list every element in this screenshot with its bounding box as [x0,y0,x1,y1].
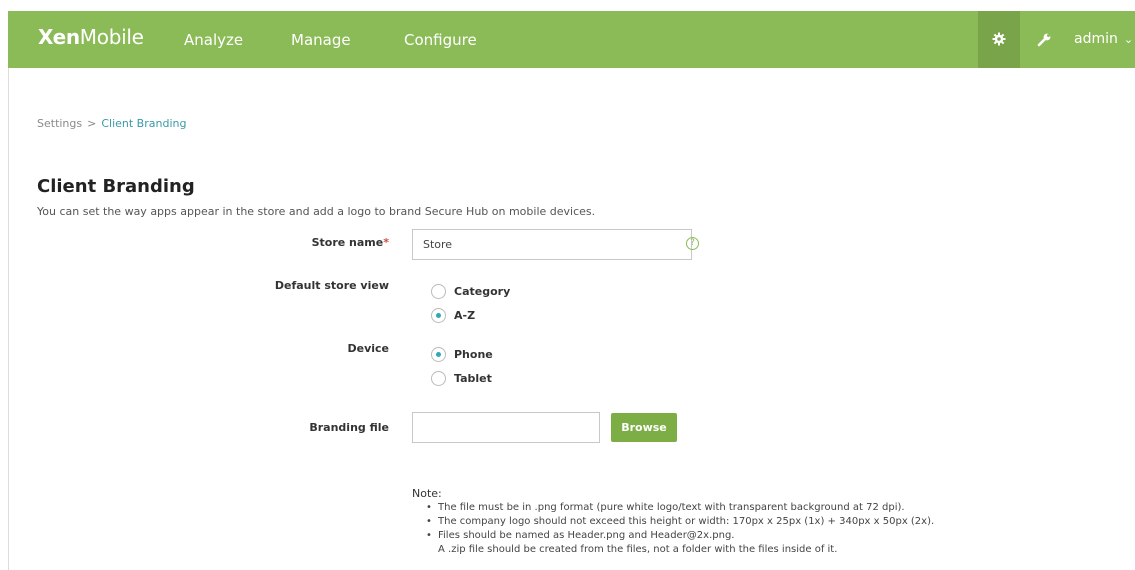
breadcrumb-settings[interactable]: Settings [37,117,82,130]
top-navigation-bar: XenMobile Analyze Manage Configure admin… [8,11,1135,68]
radio-a-z-label[interactable]: A-Z [454,309,475,322]
page-title: Client Branding [37,176,195,197]
user-name: admin [1074,31,1118,47]
wrench-icon[interactable] [1037,32,1052,47]
content-left-border [8,68,9,570]
radio-tablet-label[interactable]: Tablet [454,372,492,385]
default-store-view-label: Default store view [274,279,389,292]
radio-phone[interactable] [431,347,446,362]
breadcrumb: Settings > Client Branding [37,117,186,130]
radio-tablet[interactable] [431,371,446,386]
note-item: Files should be named as Header.png and … [426,529,1126,557]
note-title: Note: [412,487,442,500]
note-item-extra: A .zip file should be created from the f… [438,544,838,555]
xenmobile-logo[interactable]: XenMobile [38,25,144,49]
store-name-input[interactable]: Store [412,229,692,260]
user-menu[interactable]: admin ⌄ [1074,31,1133,47]
nav-manage[interactable]: Manage [291,31,351,49]
breadcrumb-separator: > [87,117,97,130]
note-item: The company logo should not exceed this … [426,515,1126,529]
gear-icon [992,32,1006,46]
brand-light-text: Mobile [79,25,144,49]
required-asterisk: * [383,236,389,249]
help-icon[interactable]: ? [686,237,699,250]
note-item-text: The file must be in .png format (pure wh… [438,502,905,513]
radio-category-label[interactable]: Category [454,285,510,298]
radio-category[interactable] [431,284,446,299]
store-name-label: Store name* [189,236,389,249]
nav-analyze[interactable]: Analyze [184,31,243,49]
radio-a-z[interactable] [431,308,446,323]
nav-configure[interactable]: Configure [404,31,477,49]
breadcrumb-current[interactable]: Client Branding [101,117,186,130]
brand-bold-text: Xen [38,25,80,49]
branding-file-label: Branding file [309,421,389,434]
settings-button[interactable] [978,11,1020,68]
branding-file-input[interactable] [412,412,600,443]
radio-phone-label[interactable]: Phone [454,348,493,361]
device-label: Device [347,342,389,355]
note-list: The file must be in .png format (pure wh… [426,501,1126,557]
note-item: The file must be in .png format (pure wh… [426,501,1126,515]
store-name-label-text: Store name [311,236,384,249]
chevron-down-icon: ⌄ [1123,33,1134,46]
note-item-text: The company logo should not exceed this … [438,516,935,527]
page-description: You can set the way apps appear in the s… [37,205,596,218]
browse-button[interactable]: Browse [611,413,677,442]
note-item-text: Files should be named as Header.png and … [438,530,735,541]
